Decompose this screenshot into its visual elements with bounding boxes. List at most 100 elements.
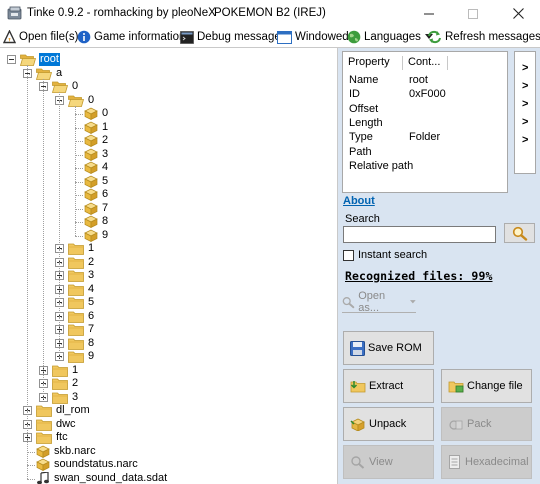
archive-box-icon [84,148,98,161]
folder-icon [68,310,84,323]
globe-icon [347,30,361,44]
tree-file-node[interactable]: 0 [84,107,109,120]
expand-arrow-button[interactable]: > [522,80,528,92]
hexadecimal-button[interactable]: Hexadecimal [441,445,532,479]
languages-dropdown[interactable]: Languages [347,28,436,46]
tree-connector-line [75,222,83,223]
property-column-header[interactable]: Property [348,56,390,68]
tree-folder-node[interactable]: dl_rom [36,404,91,417]
tree-file-node[interactable]: 8 [84,215,109,228]
tree-file-node[interactable]: 6 [84,188,109,201]
tree-file-node[interactable]: 2 [84,134,109,147]
about-link[interactable]: About [343,195,375,207]
save-rom-button[interactable]: Save ROM [343,331,434,365]
folder-icon [68,269,84,282]
tree-folder-node[interactable]: 7 [68,323,95,336]
change-file-button[interactable]: Change file [441,369,532,403]
maximize-button[interactable] [451,0,495,27]
search-input[interactable] [343,226,496,243]
pack-icon [449,420,463,430]
expand-arrow-button[interactable]: > [522,62,528,74]
tree-node-label: 0 [102,107,109,119]
tree-node-label: 2 [102,134,109,146]
tree-file-node[interactable]: 1 [84,121,109,134]
pack-button[interactable]: Pack [441,407,532,441]
close-button[interactable] [496,0,540,27]
tree-node-label: 1 [88,242,95,254]
hexadecimal-label: Hexadecimal [465,456,529,468]
debug-messages-button[interactable]: Debug messages [180,28,287,46]
tree-file-node[interactable]: 4 [84,161,109,174]
collapse-icon[interactable] [7,55,16,64]
tree-file-node[interactable]: 7 [84,202,109,215]
tree-folder-node[interactable]: ftc [36,431,69,444]
folder-icon [68,337,84,350]
property-name: Type [349,131,373,144]
view-button[interactable]: View [343,445,434,479]
tree-folder-node[interactable]: 9 [68,350,95,363]
tree-folder-node[interactable]: 6 [68,310,95,323]
tree-connector-line [75,181,83,183]
tree-folder-node[interactable]: 3 [52,391,79,404]
tree-node-root[interactable]: root [20,53,60,66]
folder-icon [52,391,68,404]
tree-file-node[interactable]: skb.narc [36,445,97,458]
tree-folder-node[interactable]: 2 [52,377,79,390]
tree-connector-line [27,465,35,466]
tree-connector-line [75,168,83,169]
instant-search-label[interactable]: Instant search [358,249,427,261]
minimize-button[interactable] [407,0,451,27]
open-files-button[interactable]: Open file(s) [3,28,78,46]
content-column-header[interactable]: Cont... [408,56,440,68]
extract-button[interactable]: Extract [343,369,434,403]
info-icon [77,30,91,44]
tree-node-label: 3 [102,147,109,160]
search-button[interactable] [504,223,535,243]
archive-box-icon [84,134,98,147]
tree-file-node[interactable]: swan_sound_data.sdat [36,471,168,484]
file-tree[interactable]: root a 0 0 0 1 2 3 4 5 6 7 8 9 1 2 3 4 5 6 7 8 9 1 2 3 dl_rom dwc ft… [0,47,338,484]
tree-file-node[interactable]: 3 [84,148,109,161]
tree-connector-line [43,78,44,398]
expand-arrow-button[interactable]: > [522,98,528,110]
tree-file-node[interactable]: 9 [84,229,109,242]
floppy-disk-icon [350,340,365,356]
tree-node-label: 9 [102,228,109,241]
archive-box-icon [36,458,50,471]
tree-node-a[interactable]: a [36,67,63,80]
expand-arrow-button[interactable]: > [522,134,528,146]
property-grid[interactable]: Property Cont... Name root ID 0xF000 Offset L… [342,51,508,193]
pack-label: Pack [467,418,492,430]
tree-folder-node[interactable]: 1 [68,242,95,255]
property-name: Path [349,145,372,158]
tree-folder-node[interactable]: 4 [68,283,95,296]
tree-folder-node[interactable]: dwc [36,418,77,431]
tree-folder-node[interactable]: 8 [68,337,95,350]
tree-connector-line [27,65,28,479]
open-as-dropdown[interactable]: Open as... [342,290,416,314]
folder-icon [68,350,84,363]
refresh-messages-button[interactable]: Refresh messages [427,28,540,46]
tree-folder-node[interactable]: 2 [68,256,95,269]
tree-folder-node[interactable]: 3 [68,269,95,282]
tree-folder-node[interactable]: 1 [52,364,79,377]
tree-node-a-0-0[interactable]: 0 [68,94,95,107]
tree-file-node[interactable]: soundstatus.narc [36,458,139,471]
extract-label: Extract [369,380,404,392]
archive-box-icon [84,188,98,201]
game-information-button[interactable]: Game information [77,28,185,46]
instant-search-checkbox[interactable] [343,250,354,261]
property-name: ID [349,88,360,101]
tree-node-label: skb.narc [54,444,96,457]
tree-node-a-0[interactable]: 0 [52,80,79,93]
windowed-toggle[interactable]: Windowed [277,28,349,46]
unpack-button[interactable]: Unpack [343,407,434,441]
tree-folder-node[interactable]: 5 [68,296,95,309]
window-title: Tinke 0.9.2 - romhacking by pleoNeX [27,7,216,19]
search-label: Search [345,213,380,225]
tree-connector-line [75,154,83,156]
expand-arrow-button[interactable]: > [522,116,528,128]
tree-file-node[interactable]: 5 [84,175,109,188]
tree-node-label: 6 [88,309,95,322]
property-name: Relative path [349,159,414,172]
